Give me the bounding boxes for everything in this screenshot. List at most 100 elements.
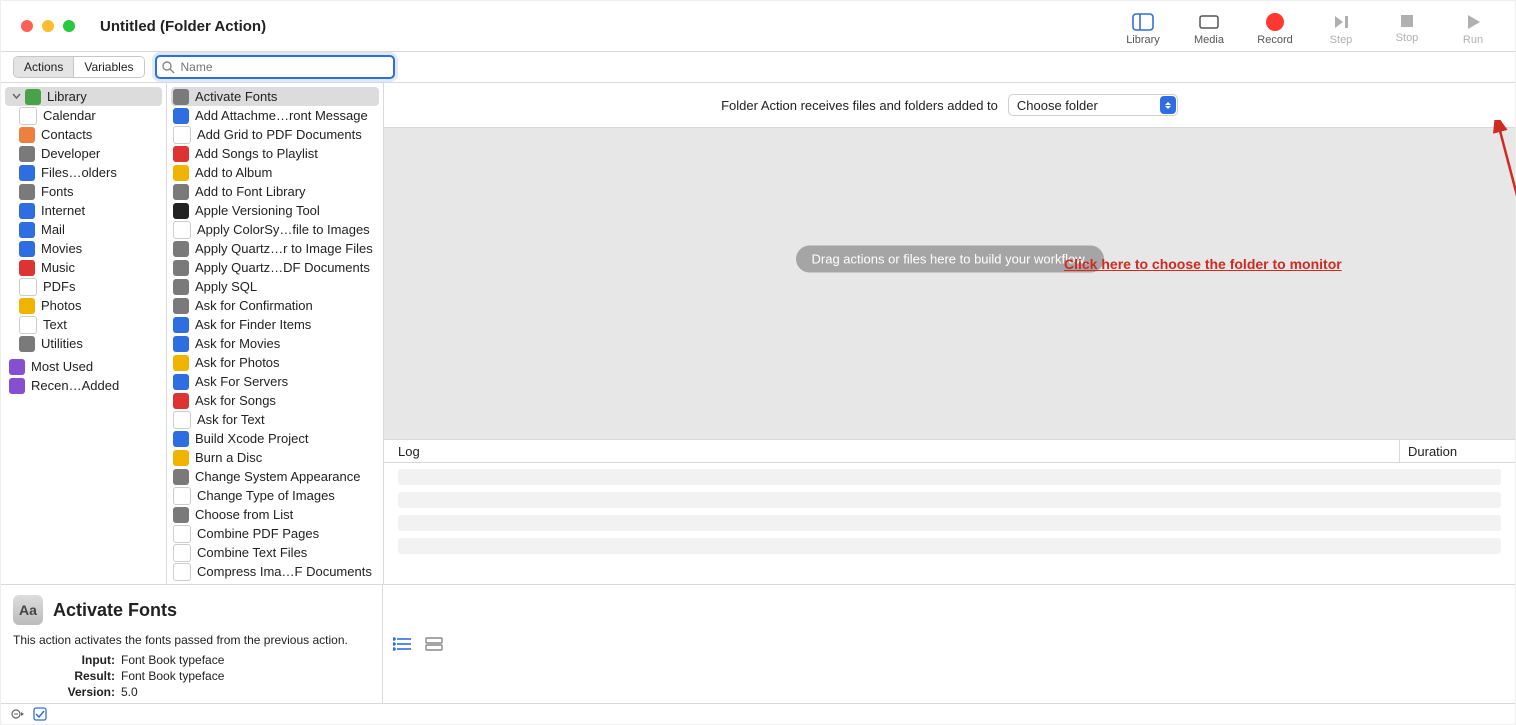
action-label: Ask For Servers xyxy=(195,374,377,389)
info-input-value: Font Book typeface xyxy=(121,653,370,667)
status-check-icon[interactable] xyxy=(33,707,47,721)
category-label: Fonts xyxy=(41,184,160,199)
log-header-duration[interactable]: Duration xyxy=(1399,440,1515,462)
category-label: Utilities xyxy=(41,336,160,351)
category-movies[interactable]: Movies xyxy=(1,239,166,258)
tab-variables[interactable]: Variables xyxy=(73,57,143,77)
action-icon xyxy=(173,260,189,276)
action-item[interactable]: Add Songs to Playlist xyxy=(167,144,383,163)
category-recen-added[interactable]: Recen…Added xyxy=(1,376,166,395)
action-label: Choose from List xyxy=(195,507,377,522)
workflow-area[interactable]: Drag actions or files here to build your… xyxy=(384,128,1515,440)
action-item[interactable]: Add Attachme…ront Message xyxy=(167,106,383,125)
category-library[interactable]: Library xyxy=(5,87,162,106)
action-label: Apply Quartz…DF Documents xyxy=(195,260,377,275)
category-files-olders[interactable]: Files…olders xyxy=(1,163,166,182)
action-label: Apply SQL xyxy=(195,279,377,294)
search-input[interactable] xyxy=(179,59,393,75)
action-item[interactable]: Change System Appearance xyxy=(167,467,383,486)
category-calendar[interactable]: Calendar xyxy=(1,106,166,125)
action-item[interactable]: Combine Text Files xyxy=(167,543,383,562)
category-utilities[interactable]: Utilities xyxy=(1,334,166,353)
list-view-icon[interactable] xyxy=(393,637,411,651)
category-label: Music xyxy=(41,260,160,275)
info-title: Activate Fonts xyxy=(53,600,177,621)
action-item[interactable]: Activate Fonts xyxy=(171,87,379,106)
grid-view-icon[interactable] xyxy=(425,637,443,651)
category-label: Mail xyxy=(41,222,160,237)
action-item[interactable]: Ask for Finder Items xyxy=(167,315,383,334)
toolbar-stop[interactable]: Stop xyxy=(1388,13,1426,44)
category-most-used[interactable]: Most Used xyxy=(1,357,166,376)
category-music[interactable]: Music xyxy=(1,258,166,277)
action-item[interactable]: Ask for Text xyxy=(167,410,383,429)
zoom-button[interactable] xyxy=(63,20,75,32)
toolbar-media[interactable]: Media xyxy=(1190,13,1228,46)
toolbar-step[interactable]: Step xyxy=(1322,13,1360,46)
action-item[interactable]: Ask for Photos xyxy=(167,353,383,372)
toolbar-library[interactable]: Library xyxy=(1124,13,1162,46)
action-item[interactable]: Combine PDF Pages xyxy=(167,524,383,543)
action-icon xyxy=(173,184,189,200)
category-label: Calendar xyxy=(43,108,160,123)
search-field[interactable] xyxy=(155,55,395,79)
files-icon xyxy=(19,165,35,181)
category-pdfs[interactable]: PDFs xyxy=(1,277,166,296)
action-icon xyxy=(173,374,189,390)
log-skeleton xyxy=(398,469,1501,485)
log-header-log[interactable]: Log xyxy=(384,440,1399,462)
action-item[interactable]: Change Type of Images xyxy=(167,486,383,505)
action-icon xyxy=(173,241,189,257)
stop-icon xyxy=(1399,13,1415,29)
disclosure-icon[interactable] xyxy=(11,91,22,102)
action-item[interactable]: Add to Font Library xyxy=(167,182,383,201)
action-item[interactable]: Ask for Confirmation xyxy=(167,296,383,315)
category-contacts[interactable]: Contacts xyxy=(1,125,166,144)
tab-actions[interactable]: Actions xyxy=(14,57,73,77)
minimize-button[interactable] xyxy=(42,20,54,32)
action-item[interactable]: Apply ColorSy…file to Images xyxy=(167,220,383,239)
action-icon xyxy=(173,469,189,485)
action-item[interactable]: Build Xcode Project xyxy=(167,429,383,448)
action-item[interactable]: Apple Versioning Tool xyxy=(167,201,383,220)
movies-icon xyxy=(19,241,35,257)
action-item[interactable]: Add Grid to PDF Documents xyxy=(167,125,383,144)
mail-icon xyxy=(19,222,35,238)
action-icon xyxy=(173,317,189,333)
search-icon xyxy=(161,60,175,74)
action-item[interactable]: Burn a Disc xyxy=(167,448,383,467)
action-icon xyxy=(173,450,189,466)
info-pane: Aa Activate Fonts This action activates … xyxy=(1,585,383,703)
action-label: Ask for Songs xyxy=(195,393,377,408)
action-item[interactable]: Choose from List xyxy=(167,505,383,524)
action-item[interactable]: Ask For Servers xyxy=(167,372,383,391)
action-icon xyxy=(173,203,189,219)
category-mail[interactable]: Mail xyxy=(1,220,166,239)
close-button[interactable] xyxy=(21,20,33,32)
category-text[interactable]: Text xyxy=(1,315,166,334)
action-label: Activate Fonts xyxy=(195,89,377,104)
action-label: Change Type of Images xyxy=(197,488,377,503)
toolbar-run[interactable]: Run xyxy=(1454,13,1492,46)
action-item[interactable]: Apply Quartz…DF Documents xyxy=(167,258,383,277)
library-tabs: Actions Variables xyxy=(13,56,145,78)
category-fonts[interactable]: Fonts xyxy=(1,182,166,201)
action-label: Ask for Movies xyxy=(195,336,377,351)
action-item[interactable]: Add to Album xyxy=(167,163,383,182)
status-bar xyxy=(1,703,1515,724)
action-label: Build Xcode Project xyxy=(195,431,377,446)
action-item[interactable]: Apply SQL xyxy=(167,277,383,296)
action-item[interactable]: Ask for Movies xyxy=(167,334,383,353)
action-item[interactable]: Ask for Songs xyxy=(167,391,383,410)
pdfs-icon xyxy=(19,278,37,296)
choose-folder-dropdown[interactable]: Choose folder xyxy=(1008,94,1178,116)
action-item[interactable]: Apply Quartz…r to Image Files xyxy=(167,239,383,258)
action-item[interactable]: Compress Ima…F Documents xyxy=(167,562,383,581)
category-photos[interactable]: Photos xyxy=(1,296,166,315)
toolbar-record[interactable]: Record xyxy=(1256,13,1294,46)
category-internet[interactable]: Internet xyxy=(1,201,166,220)
status-menu-icon[interactable] xyxy=(11,707,25,721)
log-skeleton xyxy=(398,515,1501,531)
category-developer[interactable]: Developer xyxy=(1,144,166,163)
library-icon xyxy=(25,89,41,105)
